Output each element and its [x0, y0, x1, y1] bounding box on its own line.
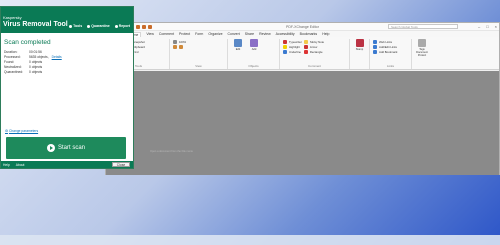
underline-button[interactable]: Underline [283, 49, 302, 54]
details-link[interactable]: Details [52, 55, 62, 60]
tab-share[interactable]: Share [245, 32, 254, 36]
tab-review[interactable]: Review [259, 32, 270, 36]
tab-bookmarks[interactable]: Bookmarks [300, 32, 318, 36]
gear-icon [69, 24, 73, 28]
kaspersky-window: Kaspersky Virus Removal Tool Tools Quara… [0, 6, 134, 169]
ribbon-group-view: 100% View [170, 39, 228, 69]
tags-icon [418, 39, 426, 47]
ribbon-group-links: Web Links Add/Edit Links Add Bookmark Li… [370, 39, 412, 69]
tab-form[interactable]: Form [195, 32, 203, 36]
tab-view[interactable]: View [146, 32, 154, 36]
kaspersky-header: Kaspersky Virus Removal Tool Tools Quara… [1, 7, 133, 33]
ribbon-group-stamp: Stamp [350, 39, 370, 69]
settings-icon: ⚙ [5, 129, 8, 133]
highlight-icon [283, 44, 287, 49]
maximize-icon[interactable]: □ [486, 24, 488, 29]
add-bookmark-button[interactable]: Add Bookmark [373, 49, 397, 54]
page-icon [173, 44, 177, 49]
kaspersky-footer: Help About Close [1, 161, 133, 168]
kaspersky-product-name: Virus Removal Tool [3, 21, 68, 28]
stamp-icon [355, 39, 364, 47]
kaspersky-nav: Tools Quarantine Report [69, 24, 130, 28]
redo-icon[interactable] [148, 24, 152, 29]
play-icon [46, 144, 55, 152]
ribbon-group-objects: Edit Add Objects [228, 39, 280, 69]
print-icon[interactable] [136, 24, 140, 29]
tab-organize[interactable]: Organize [208, 32, 222, 36]
stamp-button[interactable]: Stamp [353, 39, 366, 69]
underline-icon [283, 49, 287, 54]
zoom-icon [173, 39, 177, 44]
editor-titlebar: PDF-XChange Editor Search Global Tools –… [106, 23, 499, 31]
kaspersky-brand: Kaspersky [3, 15, 22, 20]
report-nav-item[interactable]: Report [114, 24, 130, 28]
tab-convert[interactable]: Convert [228, 32, 240, 36]
tab-comment[interactable]: Comment [159, 32, 174, 36]
quarantine-icon [87, 24, 91, 28]
start-scan-button[interactable]: Start scan [6, 137, 126, 159]
tab-help[interactable]: Help [322, 32, 329, 36]
rectangle-button[interactable]: Rectangle [303, 49, 324, 54]
window-controls: – □ × [478, 24, 497, 29]
about-link[interactable]: About [16, 163, 25, 167]
change-parameters-link[interactable]: ⚙ Change parameters [5, 129, 38, 133]
web-links-icon [373, 39, 377, 44]
quarantine-nav-item[interactable]: Quarantine [87, 24, 110, 28]
tools-nav-item[interactable]: Tools [69, 24, 82, 28]
arrow-icon [303, 44, 308, 49]
tags-document-button[interactable]: Tags Document Protect [415, 39, 429, 69]
ribbon-group-protect: Tags Document Protect [412, 39, 432, 69]
view-buttons[interactable] [173, 44, 186, 49]
bookmark-icon [373, 49, 377, 54]
close-button[interactable]: Close [112, 162, 130, 167]
sticky-note-icon [303, 39, 308, 44]
minimize-icon[interactable]: – [478, 24, 480, 29]
editor-title: PDF-XChange Editor [286, 25, 319, 29]
report-icon [114, 24, 118, 28]
edit-icon [234, 39, 242, 47]
typewriter-icon [283, 39, 287, 44]
page-icon [179, 44, 183, 49]
ribbon-toolbar: Select Comments Snapshot Clipboard Find … [106, 37, 499, 70]
help-link[interactable]: Help [3, 163, 10, 167]
document-area[interactable] [106, 71, 499, 175]
add-icon [250, 39, 258, 47]
tab-accessibility[interactable]: Accessibility [276, 32, 295, 36]
scan-status-title: Scan completed [4, 39, 51, 46]
document-hint: Open a document from the File menu [150, 150, 193, 153]
kaspersky-scan-results: Scan completed Duration: 00:01:56 Process… [4, 39, 132, 75]
link-icon [373, 44, 377, 49]
close-icon[interactable]: × [495, 24, 497, 29]
search-global-tools-input[interactable]: Search Global Tools [388, 24, 458, 29]
taskbar [0, 235, 500, 245]
tab-protect[interactable]: Protect [179, 32, 190, 36]
result-row: Quarantined: 0 objects [4, 70, 43, 74]
undo-icon[interactable] [142, 24, 146, 29]
rectangle-icon [303, 49, 308, 54]
ribbon-group-comment: Typewriter Highlight Underline Sticky No… [280, 39, 350, 69]
